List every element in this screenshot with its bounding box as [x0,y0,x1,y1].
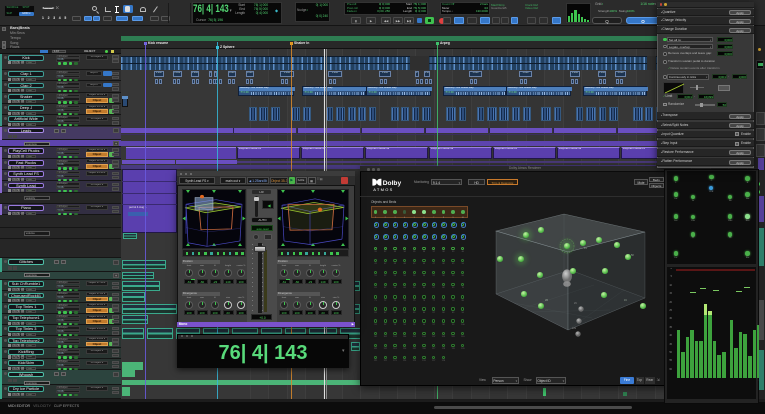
svg-text:129: 129 [572,327,577,330]
